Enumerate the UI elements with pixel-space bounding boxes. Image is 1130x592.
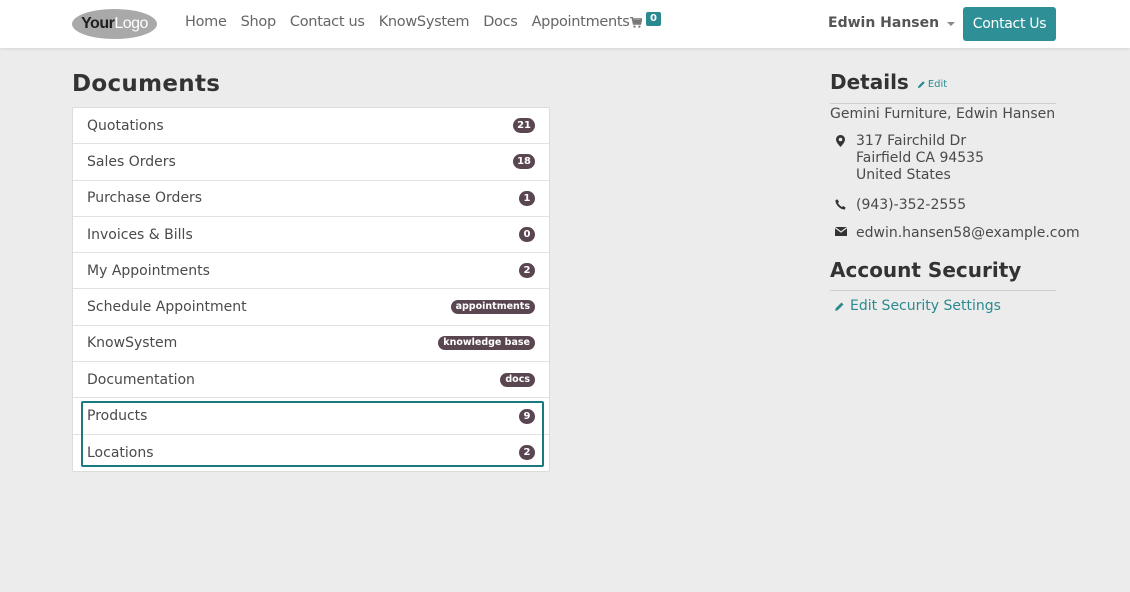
logo-word-text: Logo — [114, 15, 148, 32]
doc-item-label: KnowSystem — [87, 335, 178, 352]
nav-link-home[interactable]: Home — [185, 14, 227, 30]
doc-item-label: Schedule Appointment — [87, 299, 247, 316]
doc-item-label: Sales Orders — [87, 153, 176, 170]
details-heading: Details Edit — [830, 70, 947, 94]
doc-item-knowsystem[interactable]: KnowSystem knowledge base — [73, 326, 549, 363]
doc-item-schedule-appointment[interactable]: Schedule Appointment appointments — [73, 289, 549, 326]
main-menu: Home Shop Contact us KnowSystem Docs App… — [185, 14, 644, 30]
documents-list: Quotations 21 Sales Orders 18 Purchase O… — [72, 107, 550, 472]
address-line-3: United States — [856, 167, 951, 183]
doc-item-documentation[interactable]: Documentation docs — [73, 362, 549, 399]
security-divider — [830, 290, 1056, 291]
nav-link-knowsystem[interactable]: KnowSystem — [379, 14, 470, 30]
text-badge: docs — [500, 372, 535, 387]
doc-item-label: Documentation — [87, 371, 195, 388]
text-badge: knowledge base — [438, 336, 535, 351]
edit-label: Edit — [927, 79, 948, 90]
company-name: Gemini Furniture, Edwin Hansen — [830, 106, 1056, 122]
doc-item-my-appointments[interactable]: My Appointments 2 — [73, 253, 549, 290]
doc-item-sales-orders[interactable]: Sales Orders 18 — [73, 144, 549, 181]
caret-down-icon — [947, 22, 956, 26]
count-badge: 1 — [519, 190, 535, 206]
doc-item-invoices-bills[interactable]: Invoices & Bills 0 — [73, 217, 549, 254]
nav-link-appointments[interactable]: Appointments — [532, 14, 630, 30]
text-badge: appointments — [450, 300, 535, 315]
doc-item-label: Invoices & Bills — [87, 226, 193, 243]
nav-link-shop[interactable]: Shop — [241, 14, 277, 30]
logo-your-text: Your — [81, 15, 115, 32]
phone-number: (943)-352-2555 — [856, 197, 967, 213]
count-badge: 2 — [519, 445, 535, 461]
map-marker-icon — [834, 133, 847, 184]
doc-item-label: Products — [87, 408, 148, 425]
phone-icon — [834, 197, 847, 214]
details-divider — [830, 103, 1056, 104]
phone-row: (943)-352-2555 — [834, 197, 966, 214]
doc-item-label: Locations — [87, 444, 154, 461]
account-security-heading: Account Security — [830, 258, 1022, 282]
nav-link-docs[interactable]: Docs — [483, 14, 518, 30]
nav-link-contact-us[interactable]: Contact us — [290, 14, 365, 30]
user-name: Edwin Hansen — [828, 15, 940, 31]
documents-heading: Documents — [72, 71, 221, 97]
edit-details-link[interactable]: Edit — [917, 79, 947, 90]
doc-item-quotations[interactable]: Quotations 21 — [73, 108, 549, 145]
shopping-cart-icon[interactable] — [630, 17, 642, 28]
edit-security-settings-link[interactable]: Edit Security Settings — [834, 298, 1001, 314]
doc-item-label: Purchase Orders — [87, 190, 203, 207]
address-block: 317 Fairchild Dr Fairfield CA 94535 Unit… — [834, 133, 984, 184]
details-title: Details — [830, 70, 909, 94]
edit-security-label: Edit Security Settings — [850, 298, 1001, 314]
doc-item-label: Quotations — [87, 117, 164, 134]
cart-count-badge: 0 — [646, 12, 661, 26]
pencil-icon — [917, 81, 925, 89]
count-badge: 2 — [519, 263, 535, 279]
contact-us-button[interactable]: Contact Us — [963, 7, 1056, 41]
address-line-2: Fairfield CA 94535 — [856, 150, 984, 166]
count-badge: 0 — [519, 227, 535, 243]
brand-logo[interactable]: Your Logo — [72, 9, 157, 39]
count-badge: 21 — [513, 118, 535, 134]
address-line-1: 317 Fairchild Dr — [856, 133, 967, 149]
envelope-icon — [834, 225, 847, 242]
doc-item-products[interactable]: Products 9 — [73, 398, 549, 435]
count-badge: 9 — [519, 408, 535, 424]
count-badge: 18 — [513, 154, 535, 170]
doc-item-purchase-orders[interactable]: Purchase Orders 1 — [73, 181, 549, 217]
email-address: edwin.hansen58@example.com — [856, 225, 1080, 241]
pencil-icon — [835, 302, 844, 311]
top-navbar: Your Logo Home Shop Contact us KnowSystem… — [0, 0, 1130, 48]
email-row: edwin.hansen58@example.com — [834, 225, 1080, 242]
doc-item-locations[interactable]: Locations 2 — [73, 435, 549, 471]
doc-item-label: My Appointments — [87, 262, 210, 279]
user-menu-dropdown[interactable]: Edwin Hansen — [828, 15, 956, 31]
